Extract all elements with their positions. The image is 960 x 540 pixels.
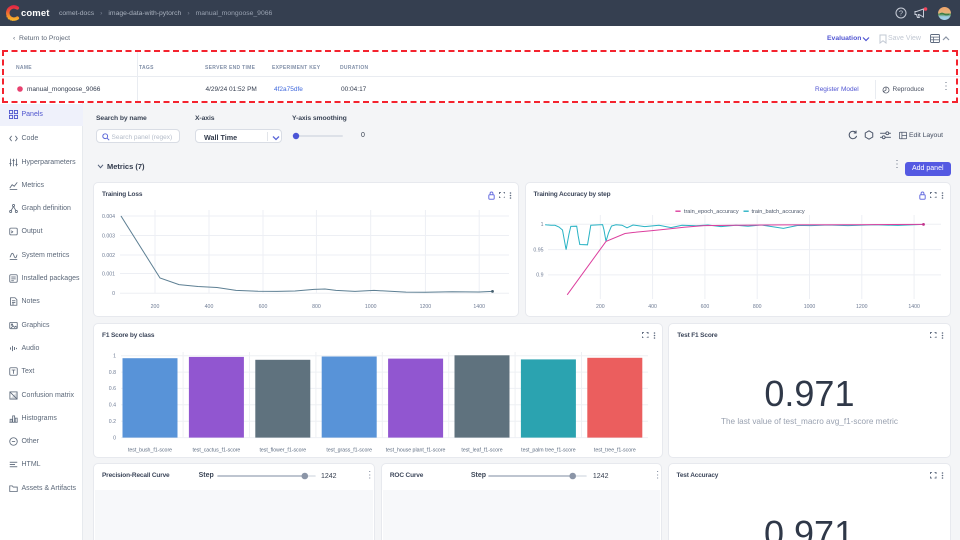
svg-text:600: 600 — [259, 304, 268, 310]
svg-text:1000: 1000 — [803, 304, 815, 310]
svg-text:train_batch_accuracy: train_batch_accuracy — [751, 209, 804, 215]
svg-text:600: 600 — [700, 304, 709, 310]
svg-text:test_bush_f1-score: test_bush_f1-score — [128, 448, 172, 454]
svg-text:1: 1 — [540, 222, 543, 228]
svg-text:1400: 1400 — [473, 304, 485, 310]
svg-text:0.8: 0.8 — [109, 370, 116, 376]
svg-text:test_grass_f1-score: test_grass_f1-score — [326, 448, 372, 454]
svg-text:0.9: 0.9 — [536, 273, 543, 279]
svg-text:0: 0 — [113, 435, 116, 441]
svg-text:test_house plant_f1-score: test_house plant_f1-score — [386, 448, 446, 454]
svg-text:1: 1 — [113, 354, 116, 360]
svg-text:test_tree_f1-score: test_tree_f1-score — [594, 448, 636, 454]
svg-text:0.002: 0.002 — [102, 253, 115, 259]
svg-text:test_leaf_f1-score: test_leaf_f1-score — [461, 448, 502, 454]
svg-text:800: 800 — [312, 304, 321, 310]
svg-text:1400: 1400 — [908, 304, 920, 310]
svg-text:1200: 1200 — [856, 304, 868, 310]
svg-text:0.2: 0.2 — [109, 419, 116, 425]
svg-text:train_epoch_accuracy: train_epoch_accuracy — [683, 209, 738, 215]
svg-text:0: 0 — [112, 291, 115, 297]
svg-text:400: 400 — [205, 304, 214, 310]
svg-text:test_palm tree_f1-score: test_palm tree_f1-score — [521, 448, 576, 454]
svg-text:?: ? — [899, 9, 903, 18]
svg-text:400: 400 — [648, 304, 657, 310]
svg-text:0.6: 0.6 — [109, 386, 116, 392]
svg-text:800: 800 — [752, 304, 761, 310]
svg-text:200: 200 — [151, 304, 160, 310]
svg-text:test_cactus_f1-score: test_cactus_f1-score — [192, 448, 240, 454]
svg-text:0.004: 0.004 — [102, 214, 115, 220]
svg-text:1200: 1200 — [420, 304, 432, 310]
svg-text:1000: 1000 — [365, 304, 377, 310]
svg-text:0.003: 0.003 — [102, 233, 115, 239]
svg-text:0.001: 0.001 — [102, 271, 115, 277]
svg-text:test_flower_f1-score: test_flower_f1-score — [259, 448, 306, 454]
svg-text:0.95: 0.95 — [533, 247, 543, 253]
svg-text:200: 200 — [595, 304, 604, 310]
svg-text:0.4: 0.4 — [109, 403, 116, 409]
